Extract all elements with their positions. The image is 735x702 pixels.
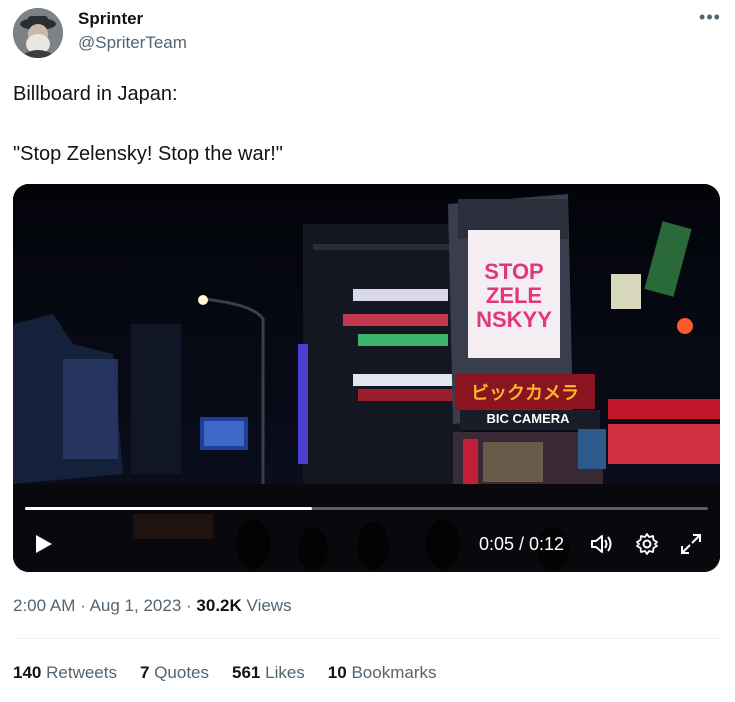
divider (13, 638, 720, 639)
billboard-text-3: NSKYY (476, 307, 552, 332)
retweets-count: 140 (13, 663, 42, 682)
store-sign-jp: ビックカメラ (471, 383, 579, 404)
retweets-label: Retweets (46, 663, 117, 682)
tweet-stats: 140 Retweets 7 Quotes 561 Likes 10 Bookm… (13, 663, 459, 683)
video-player[interactable]: STOP ZELE NSKYY ビックカメラ BIC CAMERA 0:05 /… (13, 184, 720, 572)
quotes-count: 7 (139, 663, 150, 682)
quotes-stat[interactable]: 7 Quotes (140, 663, 209, 683)
views-label: Views (246, 596, 292, 615)
tweet-date[interactable]: Aug 1, 2023 (90, 596, 182, 615)
bookmarks-count: 10 (327, 663, 347, 682)
bookmarks-label: Bookmarks (351, 663, 437, 682)
bookmarks-stat[interactable]: 10 Bookmarks (328, 663, 437, 683)
author-handle[interactable]: @SpriterTeam (78, 33, 187, 53)
tweet-text-line-2: "Stop Zelensky! Stop the war!" (13, 143, 283, 165)
store-sign-en: BIC CAMERA (486, 411, 570, 426)
video-progress-fill (25, 507, 312, 510)
billboard-text-1: STOP (484, 259, 544, 284)
tweet-time[interactable]: 2:00 AM (13, 596, 75, 615)
avatar[interactable] (13, 8, 63, 58)
quotes-label: Quotes (154, 663, 209, 682)
video-time: 0:05 / 0:12 (479, 534, 565, 554)
play-icon[interactable] (31, 532, 55, 556)
likes-label: Likes (265, 663, 305, 682)
gear-icon[interactable] (635, 532, 659, 556)
billboard-text-2: ZELE (486, 283, 542, 308)
tweet-meta: 2:00 AM · Aug 1, 2023 · 30.2K Views (13, 596, 292, 616)
likes-stat[interactable]: 561 Likes (232, 663, 305, 683)
tweet-text-line-1: Billboard in Japan: (13, 83, 178, 105)
volume-icon[interactable] (589, 532, 615, 556)
likes-count: 561 (232, 663, 261, 682)
separator: · (186, 596, 192, 615)
author-name[interactable]: Sprinter (78, 9, 143, 29)
fullscreen-icon[interactable] (678, 532, 704, 556)
retweets-stat[interactable]: 140 Retweets (13, 663, 117, 683)
video-progress-bar[interactable] (25, 507, 708, 510)
more-options-icon[interactable]: ••• (697, 4, 723, 30)
separator: · (80, 596, 86, 615)
video-frame: STOP ZELE NSKYY ビックカメラ BIC CAMERA (13, 184, 720, 572)
views-count: 30.2K (196, 596, 242, 615)
